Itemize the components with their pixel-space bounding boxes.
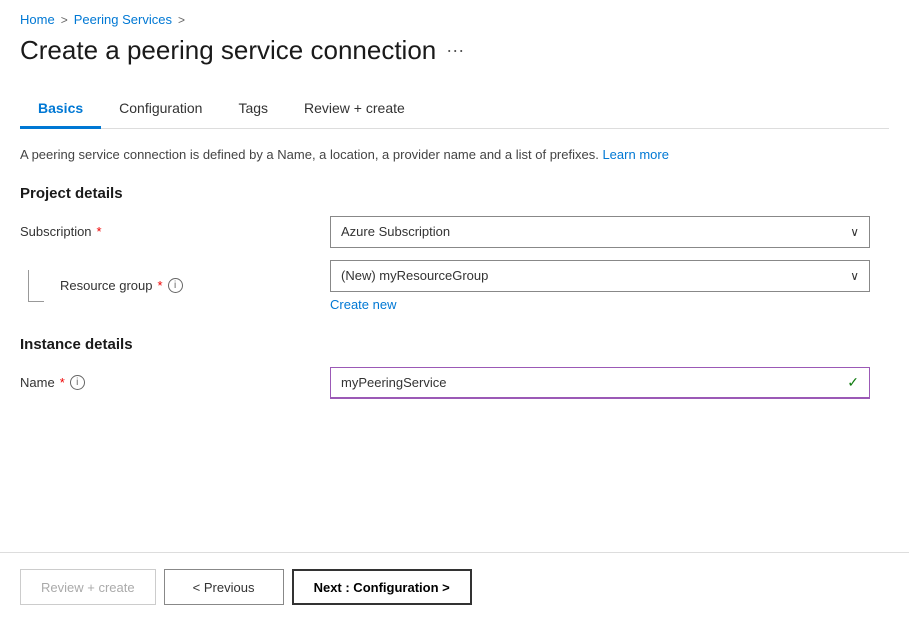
instance-details-title: Instance details <box>20 336 889 353</box>
subscription-row: Subscription * Azure Subscription ∨ <box>20 216 889 248</box>
resource-group-value: (New) myResourceGroup <box>341 268 488 283</box>
description-text: A peering service connection is defined … <box>20 147 599 162</box>
resource-group-info-icon[interactable]: i <box>168 278 183 293</box>
instance-details-section: Instance details Name * i myPeeringServi… <box>20 336 889 399</box>
page-title-row: Create a peering service connection ··· <box>20 35 889 66</box>
subscription-dropdown[interactable]: Azure Subscription ∨ <box>330 216 870 248</box>
breadcrumb-sep-2: > <box>178 13 185 27</box>
name-label-text: Name <box>20 375 55 390</box>
name-info-icon[interactable]: i <box>70 375 85 390</box>
page-title: Create a peering service connection <box>20 35 436 66</box>
page-description: A peering service connection is defined … <box>20 145 889 165</box>
title-options-button[interactable]: ··· <box>446 40 464 61</box>
resource-group-row: Resource group * i (New) myResourceGroup… <box>20 260 889 312</box>
create-new-resource-group-link[interactable]: Create new <box>330 297 396 312</box>
breadcrumb: Home > Peering Services > <box>0 0 909 35</box>
previous-button[interactable]: < Previous <box>164 569 284 605</box>
review-create-button[interactable]: Review + create <box>20 569 156 605</box>
subscription-dropdown-arrow: ∨ <box>850 225 859 239</box>
name-label: Name * i <box>20 375 330 390</box>
name-row: Name * i myPeeringService ✓ <box>20 367 889 399</box>
resource-group-required: * <box>158 278 163 293</box>
resource-group-dropdown-arrow: ∨ <box>850 269 859 283</box>
resource-group-label-area: Resource group * i <box>20 270 330 302</box>
subscription-required: * <box>97 224 102 239</box>
breadcrumb-peering-services[interactable]: Peering Services <box>74 12 172 27</box>
resource-group-label-text: Resource group <box>60 278 153 293</box>
tab-configuration[interactable]: Configuration <box>101 90 220 129</box>
tab-review-create[interactable]: Review + create <box>286 90 423 129</box>
subscription-control: Azure Subscription ∨ <box>330 216 870 248</box>
learn-more-link[interactable]: Learn more <box>602 147 668 162</box>
name-value: myPeeringService <box>341 375 447 390</box>
name-input-display[interactable]: myPeeringService ✓ <box>330 367 870 399</box>
next-configuration-button[interactable]: Next : Configuration > <box>292 569 472 605</box>
subscription-label-text: Subscription <box>20 224 92 239</box>
resource-group-bracket <box>28 270 44 302</box>
subscription-value: Azure Subscription <box>341 224 450 239</box>
breadcrumb-home[interactable]: Home <box>20 12 55 27</box>
name-valid-icon: ✓ <box>847 374 859 391</box>
subscription-label: Subscription * <box>20 224 330 239</box>
tab-basics[interactable]: Basics <box>20 90 101 129</box>
tab-tags[interactable]: Tags <box>220 90 286 129</box>
resource-group-label: Resource group * i <box>60 278 330 293</box>
name-control: myPeeringService ✓ <box>330 367 870 399</box>
main-content: Create a peering service connection ··· … <box>0 35 909 443</box>
tab-bar: Basics Configuration Tags Review + creat… <box>20 90 889 129</box>
footer: Review + create < Previous Next : Config… <box>0 552 909 621</box>
resource-group-dropdown[interactable]: (New) myResourceGroup ∨ <box>330 260 870 292</box>
name-required: * <box>60 375 65 390</box>
resource-group-control: (New) myResourceGroup ∨ Create new <box>330 260 870 312</box>
breadcrumb-sep-1: > <box>61 13 68 27</box>
project-details-title: Project details <box>20 185 889 202</box>
project-details-section: Project details Subscription * Azure Sub… <box>20 185 889 312</box>
